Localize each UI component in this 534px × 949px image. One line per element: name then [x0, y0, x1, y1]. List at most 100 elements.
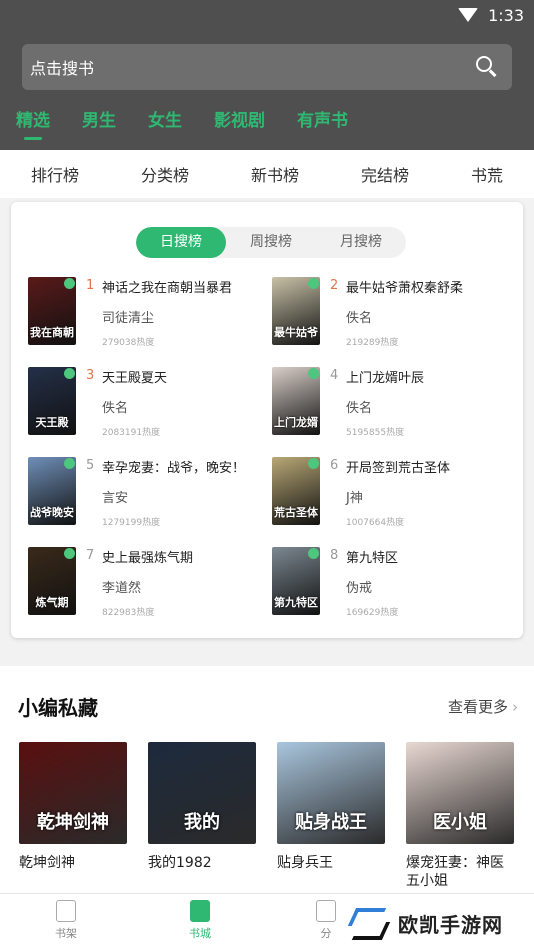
book-cover[interactable]: 炼气期 [28, 547, 76, 615]
header: 1:33 点击搜书 精选 男生 女生 影视剧 有声书 [0, 0, 534, 150]
book-cover[interactable]: 我在商朝 [28, 277, 76, 345]
book-title[interactable]: 爆宠狂妻：神医五小姐 [406, 854, 514, 890]
nav-bookstore-label: 书城 [189, 927, 211, 940]
ranking-book[interactable]: 最牛姑爷 2 最牛姑爷萧权秦舒柔佚名 219289热度 [272, 277, 522, 349]
tab-female[interactable]: 女生 [148, 106, 182, 136]
tab-featured[interactable]: 精选 [16, 106, 50, 140]
period-day[interactable]: 日搜榜 [136, 227, 226, 258]
nav-bookshelf[interactable]: 书架 [36, 900, 96, 941]
period-month[interactable]: 月搜榜 [316, 227, 406, 258]
ranking-card: 日搜榜 周搜榜 月搜榜 我在商朝 1 神话之我在商朝当暴君 司徒清尘 279038热度 最… [11, 202, 523, 638]
book-rank: 4 [330, 368, 339, 383]
recommended-book[interactable]: 医小姐爆宠狂妻：神医五小姐 [406, 742, 514, 890]
book-cover[interactable]: 我的 [148, 742, 256, 844]
category-row: 排行榜 分类榜 新书榜 完结榜 书荒 [0, 150, 534, 198]
book-author: 言安 [102, 491, 129, 506]
cover-title: 贴身战王 [295, 812, 367, 833]
ranking-book[interactable]: 上门龙婿 4 上门龙婿叶辰佚名 5195855热度 [272, 367, 522, 439]
badge-icon [64, 278, 75, 289]
watermark-text: 欧凯手游网 [398, 912, 503, 937]
book-rank: 1 [86, 278, 95, 293]
ranking-book[interactable]: 荒古圣体 6 开局签到荒古圣体 J神 1007664热度 [272, 457, 522, 529]
status-bar: 1:33 [458, 4, 524, 26]
search-placeholder[interactable]: 点击搜书 [30, 55, 476, 79]
book-cover[interactable]: 贴身战王 [277, 742, 385, 844]
book-cover[interactable]: 战爷晚安 [28, 457, 76, 525]
book-author: 佚名 [346, 401, 373, 416]
book-title[interactable]: 神话之我在商朝当暴君 [102, 277, 232, 296]
wifi-icon [458, 8, 479, 22]
book-title[interactable]: 史上最强炼气期 [102, 547, 193, 566]
cover-title: 上门龙婿 [274, 415, 318, 429]
book-cover[interactable]: 医小姐 [406, 742, 514, 844]
cover-title: 荒古圣体 [274, 505, 318, 519]
period-week[interactable]: 周搜榜 [226, 227, 316, 258]
top-tabs: 精选 男生 女生 影视剧 有声书 [16, 106, 348, 140]
book-title[interactable]: 贴身兵王 [277, 854, 385, 872]
category-ranking[interactable]: 排行榜 [31, 162, 79, 186]
cover-title: 天王殿 [35, 415, 69, 429]
cover-title: 第九特区 [274, 595, 318, 609]
book-cover[interactable]: 最牛姑爷 [272, 277, 320, 345]
book-title[interactable]: 第九特区 [346, 547, 398, 566]
cover-title: 医小姐 [433, 812, 487, 833]
book-title[interactable]: 幸孕宠妻：战爷，晚安！ [102, 457, 245, 476]
book-title[interactable]: 上门龙婿叶辰 [346, 367, 424, 386]
book-title[interactable]: 我的1982 [148, 854, 256, 872]
tab-audio[interactable]: 有声书 [297, 106, 348, 136]
book-cover[interactable]: 第九特区 [272, 547, 320, 615]
book-heat: 5195855热度 [346, 428, 405, 438]
badge-icon [64, 458, 75, 469]
category-booklack[interactable]: 书荒 [471, 162, 503, 186]
book-icon [190, 900, 210, 922]
recommended-book[interactable]: 乾坤剑神 乾坤剑神 [19, 742, 127, 872]
book-rank: 3 [86, 368, 95, 383]
recommended-book[interactable]: 我的我的1982 [148, 742, 256, 872]
category-finished[interactable]: 完结榜 [361, 162, 409, 186]
book-heat: 279038热度 [102, 338, 155, 348]
badge-icon [64, 548, 75, 559]
book-cover[interactable]: 天王殿 [28, 367, 76, 435]
ranking-book[interactable]: 第九特区 8 第九特区 伪戒 169629热度 [272, 547, 522, 619]
book-rank: 5 [86, 458, 95, 473]
book-rank: 2 [330, 278, 339, 293]
book-title[interactable]: 开局签到荒古圣体 [346, 457, 450, 476]
chevron-right-icon: › [512, 698, 518, 716]
book-cover[interactable]: 上门龙婿 [272, 367, 320, 435]
ranking-book[interactable]: 天王殿 3 天王殿夏天佚名 2083191热度 [28, 367, 278, 439]
editor-picks-section: 小编私藏 查看更多 › 乾坤剑神 乾坤剑神 我的 我的1982 贴身战王 贴身兵王 医小姐 爆宠… [0, 666, 534, 898]
category-new[interactable]: 新书榜 [251, 162, 299, 186]
book-rank: 6 [330, 458, 339, 473]
search-icon[interactable] [476, 56, 498, 78]
cover-title: 炼气期 [35, 595, 69, 609]
tab-male[interactable]: 男生 [82, 106, 116, 136]
ranking-book[interactable]: 战爷晚安 5 幸孕宠妻：战爷，晚安！ 言安 1279199热度 [28, 457, 278, 529]
badge-icon [308, 278, 319, 289]
badge-icon [308, 458, 319, 469]
nav-bookstore[interactable]: 书城 [170, 900, 230, 941]
badge-icon [308, 368, 319, 379]
book-heat: 1279199热度 [102, 518, 161, 528]
ranking-book[interactable]: 我在商朝 1 神话之我在商朝当暴君 司徒清尘 279038热度 [28, 277, 278, 349]
category-icon [316, 900, 336, 922]
tab-film[interactable]: 影视剧 [214, 106, 265, 136]
book-author: 佚名 [102, 401, 129, 416]
book-heat: 2083191热度 [102, 428, 161, 438]
category-classify[interactable]: 分类榜 [141, 162, 189, 186]
book-author: 佚名 [346, 311, 373, 326]
cover-title: 我在商朝 [30, 325, 74, 339]
recommended-book[interactable]: 贴身战王 贴身兵王 [277, 742, 385, 872]
bookshelf-icon [56, 900, 76, 922]
search-bar[interactable]: 点击搜书 [22, 44, 512, 90]
ranking-book[interactable]: 炼气期 7 史上最强炼气期 李道然 822983热度 [28, 547, 278, 619]
see-more-link[interactable]: 查看更多 › [448, 696, 518, 717]
book-title[interactable]: 最牛姑爷萧权秦舒柔 [346, 277, 463, 296]
book-title[interactable]: 乾坤剑神 [19, 854, 127, 872]
book-heat: 219289热度 [346, 338, 399, 348]
book-cover[interactable]: 荒古圣体 [272, 457, 320, 525]
cover-title: 战爷晚安 [30, 505, 74, 519]
status-time: 1:33 [488, 5, 524, 25]
book-cover[interactable]: 乾坤剑神 [19, 742, 127, 844]
nav-bookshelf-label: 书架 [55, 927, 77, 940]
book-title[interactable]: 天王殿夏天 [102, 367, 167, 386]
